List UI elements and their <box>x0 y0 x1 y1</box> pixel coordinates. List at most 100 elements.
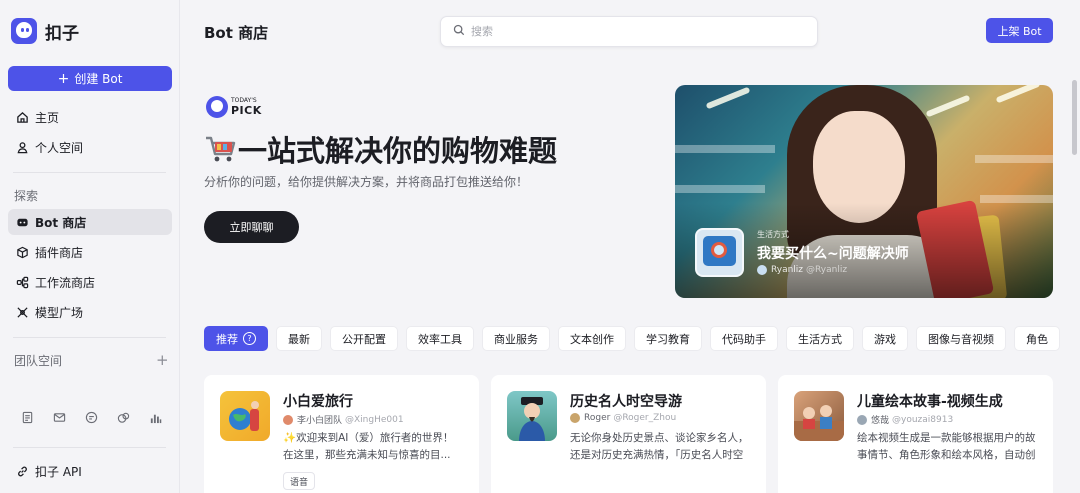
document-icon[interactable] <box>20 410 35 425</box>
sidebar-item-label: Bot 商店 <box>35 215 87 230</box>
tab-education[interactable]: 学习教育 <box>634 326 702 351</box>
bot-author: 悠哉 @youzai8913 <box>857 413 953 426</box>
coze-logo-icon <box>11 18 37 44</box>
featured-bot-card[interactable]: 生活方式 我要买什么~问题解决师 Ryanliz @Ryanliz <box>675 85 1053 298</box>
model-icon <box>15 305 29 319</box>
bot-author: 李小白团队 @XingHe001 <box>283 413 404 426</box>
bot-title: 儿童绘本故事-视频生成 <box>857 394 1003 410</box>
sidebar-item-bot-store[interactable]: Bot 商店 <box>8 209 172 235</box>
author-handle: @youzai8913 <box>892 414 954 425</box>
hero-title-text: 一站式解决你的购物难题 <box>238 134 558 168</box>
bot-author: Roger @Roger_Zhou <box>570 413 676 423</box>
author-avatar <box>757 265 767 275</box>
hero-title: 一站式解决你的购物难题 <box>204 128 557 170</box>
pick-mascot-icon <box>206 96 228 118</box>
featured-bot-avatar <box>695 228 744 277</box>
featured-bot-category: 生活方式 <box>757 230 789 239</box>
bot-avatar <box>507 391 557 441</box>
page-title: Bot 商店 <box>204 24 269 42</box>
sidebar-item-label: 插件商店 <box>35 245 84 260</box>
tab-lifestyle[interactable]: 生活方式 <box>786 326 854 351</box>
tab-games[interactable]: 游戏 <box>862 326 908 351</box>
link-icon <box>15 464 29 478</box>
main-content: Bot 商店 上架 Bot TODAY'S PICK 一站式解决你的购物难题 分 <box>180 0 1080 493</box>
sidebar-item-label: 工作流商店 <box>35 275 96 290</box>
bot-title: 历史名人时空导游 <box>570 394 682 410</box>
search-input[interactable] <box>471 25 791 38</box>
todays-pick-logo: TODAY'S PICK <box>206 96 262 118</box>
sidebar-item-workflow-store[interactable]: 工作流商店 <box>8 269 172 295</box>
tab-recommend[interactable]: 推荐 ? <box>204 326 268 351</box>
author-name: 李小白团队 <box>297 416 343 426</box>
search-bar[interactable] <box>440 16 818 47</box>
stats-icon[interactable] <box>148 410 163 425</box>
tab-media[interactable]: 图像与音视频 <box>916 326 1006 351</box>
author-handle: @XingHe001 <box>345 414 404 425</box>
author-handle: @Roger_Zhou <box>613 413 677 423</box>
sidebar-item-plugin-store[interactable]: 插件商店 <box>8 239 172 265</box>
brand[interactable]: 扣子 <box>11 18 79 44</box>
sidebar-item-label: 个人空间 <box>35 140 84 155</box>
help-icon[interactable]: ? <box>243 332 256 345</box>
sidebar-item-label: 模型广场 <box>35 305 84 320</box>
bot-card[interactable]: 小白爱旅行 李小白团队 @XingHe001 ✨欢迎来到AI（爱）旅行者的世界！… <box>204 375 479 493</box>
sidebar-item-personal-space[interactable]: 个人空间 <box>8 134 172 160</box>
sidebar-divider <box>13 447 166 448</box>
tab-business[interactable]: 商业服务 <box>482 326 550 351</box>
publish-bot-button[interactable]: 上架 Bot <box>986 18 1053 43</box>
tab-writing[interactable]: 文本创作 <box>558 326 626 351</box>
add-team-button[interactable]: + <box>156 351 169 369</box>
hero-subtitle: 分析你的问题，给你提供解决方案，并将商品打包推送给你！ <box>204 175 529 189</box>
sidebar-item-home[interactable]: 主页 <box>8 104 172 130</box>
author-avatar <box>283 414 293 425</box>
scrollbar[interactable] <box>1072 80 1077 155</box>
mail-icon[interactable] <box>52 410 67 425</box>
author-handle: @Ryanliz <box>806 265 848 275</box>
pick-big-label: PICK <box>231 104 262 117</box>
featured-bot-name: 我要买什么~问题解决师 <box>757 246 909 262</box>
bot-title: 小白爱旅行 <box>283 394 353 410</box>
bot-description: 无论你身处历史景点、谈论家乡名人，还是对历史充满热情，「历史名人时空导游」都能成… <box>570 432 749 461</box>
brand-name: 扣子 <box>45 23 79 44</box>
sidebar-divider <box>13 337 166 338</box>
tab-characters[interactable]: 角色 <box>1014 326 1060 351</box>
chat-icon[interactable] <box>84 410 99 425</box>
create-bot-button[interactable]: + 创建 Bot <box>8 66 172 91</box>
bot-description: 绘本视频生成是一款能够根据用户的故事情节、角色形象和绘本风格，自动创作并输出绘本… <box>857 432 1036 461</box>
sidebar-item-label: 扣子 API <box>35 464 82 479</box>
sidebar-item-coze-api[interactable]: 扣子 API <box>8 458 172 484</box>
home-icon <box>15 110 29 124</box>
sidebar-divider <box>13 172 166 173</box>
tab-latest[interactable]: 最新 <box>276 326 322 351</box>
bot-tag: 语音 <box>283 472 316 490</box>
cube-icon <box>15 245 29 259</box>
bot-card[interactable]: 儿童绘本故事-视频生成 悠哉 @youzai8913 绘本视频生成是一款能够根据… <box>778 375 1053 493</box>
create-bot-label: 创建 Bot <box>74 72 123 86</box>
sidebar-item-model-plaza[interactable]: 模型广场 <box>8 299 172 325</box>
tab-productivity[interactable]: 效率工具 <box>406 326 474 351</box>
explore-section-title: 探索 <box>14 189 39 203</box>
author-name: 悠哉 <box>871 416 890 426</box>
search-icon <box>453 24 465 39</box>
team-space-title[interactable]: 团队空间 <box>14 352 62 369</box>
author-name: Roger <box>584 413 611 423</box>
sidebar: 扣子 + 创建 Bot 主页 个人空间 探索 Bot 商店 插件商店 工作流商店 <box>0 0 180 493</box>
author-avatar <box>857 414 867 425</box>
tab-public-config[interactable]: 公开配置 <box>330 326 398 351</box>
bot-avatar <box>220 391 270 441</box>
tab-label: 推荐 <box>216 332 238 346</box>
bot-description: ✨欢迎来到AI（爱）旅行者的世界！在这里，那些充满未知与惊喜的目... <box>283 432 454 461</box>
workflow-icon <box>15 275 29 289</box>
shopping-cart-icon <box>204 134 237 164</box>
community-icon[interactable] <box>116 410 131 425</box>
chat-now-button[interactable]: 立即聊聊 <box>204 211 299 243</box>
bot-card[interactable]: 历史名人时空导游 Roger @Roger_Zhou 无论你身处历史景点、谈论家… <box>491 375 766 493</box>
author-avatar <box>570 413 580 423</box>
bot-icon <box>15 215 29 229</box>
category-tabs: 推荐 ? 最新 公开配置 效率工具 商业服务 文本创作 学习教育 代码助手 生活… <box>204 326 1060 351</box>
sidebar-item-label: 主页 <box>35 110 60 125</box>
plus-icon: + <box>57 70 70 87</box>
bot-avatar <box>794 391 844 441</box>
author-name: Ryanliz <box>771 265 804 275</box>
tab-code[interactable]: 代码助手 <box>710 326 778 351</box>
